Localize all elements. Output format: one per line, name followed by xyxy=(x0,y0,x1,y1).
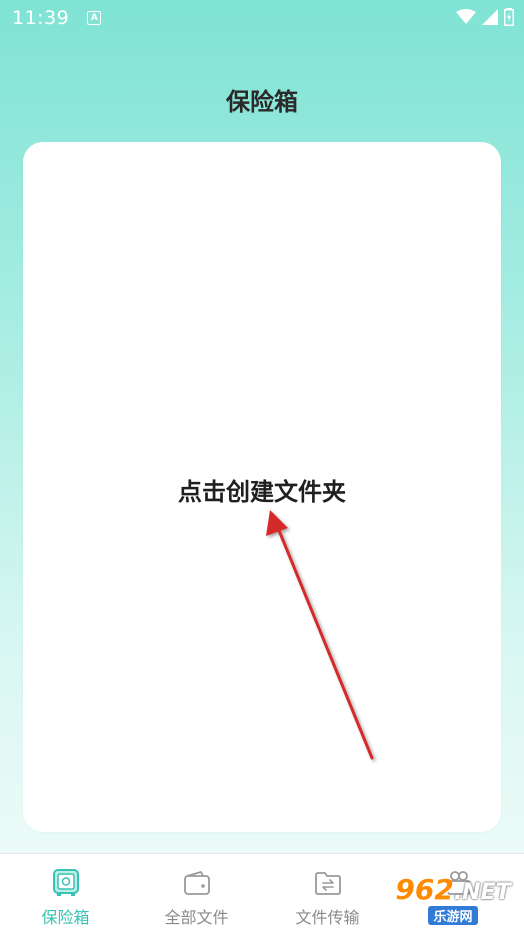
status-time: 11:39 xyxy=(12,7,70,29)
nav-label-file-transfer: 文件传输 xyxy=(295,908,360,927)
status-bar: 11:39 A xyxy=(0,0,524,36)
watermark-subtitle: 乐游网 xyxy=(428,905,478,925)
site-watermark: 962.NET 乐游网 xyxy=(390,871,516,929)
folder-transfer-icon xyxy=(313,868,343,898)
watermark-logo: 962.NET xyxy=(395,872,511,906)
notification-icon: A xyxy=(87,11,102,25)
nav-item-safe[interactable]: 保险箱 xyxy=(0,854,131,933)
wallet-icon xyxy=(182,868,212,898)
nav-label-all-files: 全部文件 xyxy=(164,908,229,927)
signal-icon xyxy=(482,9,498,25)
nav-label-safe: 保险箱 xyxy=(41,908,90,927)
safe-folder-card: 点击创建文件夹 xyxy=(23,142,501,832)
status-icons xyxy=(456,8,514,26)
nav-item-file-transfer[interactable]: 文件传输 xyxy=(262,854,393,933)
create-folder-button[interactable]: 点击创建文件夹 xyxy=(23,472,501,507)
watermark-logo-net: .NET xyxy=(453,879,511,905)
safe-icon xyxy=(51,868,81,898)
page-title: 保险箱 xyxy=(226,88,298,116)
battery-icon xyxy=(504,8,514,26)
watermark-logo-number: 962 xyxy=(395,872,454,906)
nav-item-all-files[interactable]: 全部文件 xyxy=(131,854,262,933)
wifi-icon xyxy=(456,9,476,24)
